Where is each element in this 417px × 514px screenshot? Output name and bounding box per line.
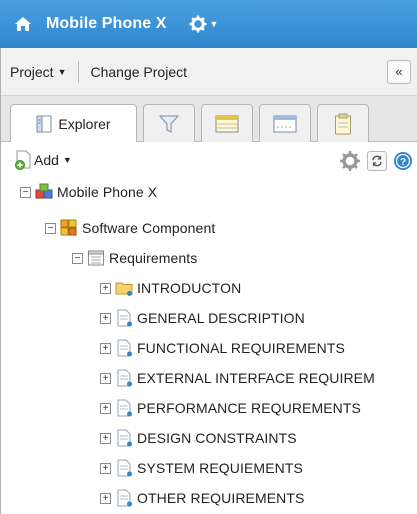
change-project-link[interactable]: Change Project xyxy=(91,64,188,80)
app-header: Mobile Phone X ▼ xyxy=(0,0,417,48)
document-icon xyxy=(117,399,132,417)
panel-border xyxy=(0,48,1,514)
tree-node-root[interactable]: − Mobile Phone X xyxy=(20,180,157,204)
help-icon[interactable]: ? xyxy=(393,151,413,171)
tree-node-label: DESIGN CONSTRAINTS xyxy=(137,430,297,446)
refresh-icon xyxy=(372,155,382,167)
tree-node-general-description[interactable]: + GENERAL DESCRIPTION xyxy=(100,306,305,330)
tree-node-software-component[interactable]: − Software Component xyxy=(45,216,215,240)
tab-explorer-label: Explorer xyxy=(58,116,111,132)
document-icon xyxy=(117,489,132,507)
settings-menu-button[interactable]: ▼ xyxy=(189,15,219,33)
project-title: Mobile Phone X xyxy=(46,15,167,32)
tree-node-requirements[interactable]: − Requirements xyxy=(72,246,197,270)
tree-node-label: Requirements xyxy=(109,250,198,266)
tab-window[interactable] xyxy=(259,104,311,142)
tree-node-label: Mobile Phone X xyxy=(57,184,158,200)
expand-toggle[interactable]: + xyxy=(100,402,111,414)
requirements-list-icon xyxy=(88,250,104,266)
tree-node-performance-requirements[interactable]: + PERFORMANCE REQUREMENTS xyxy=(100,396,361,420)
new-document-icon xyxy=(15,150,31,170)
expand-toggle[interactable]: + xyxy=(100,492,111,504)
toolbar-actions: ? xyxy=(339,150,413,172)
table-icon xyxy=(215,115,239,132)
chevron-down-icon: ▼ xyxy=(209,19,219,29)
tree-node-functional-requirements[interactable]: + FUNCTIONAL REQUIREMENTS xyxy=(100,336,345,360)
tree-node-label: PERFORMANCE REQUREMENTS xyxy=(137,400,361,416)
tab-explorer[interactable]: Explorer xyxy=(10,104,137,143)
collapse-panel-button[interactable]: « xyxy=(387,60,411,84)
tree-node-label: INTRODUCTON xyxy=(137,280,242,296)
view-tabs: Explorer xyxy=(0,96,417,143)
refresh-button[interactable] xyxy=(367,151,387,171)
home-icon[interactable] xyxy=(14,15,32,33)
collapse-toggle[interactable]: − xyxy=(72,252,83,264)
tree-node-other-requirements[interactable]: + OTHER REQUIREMENTS xyxy=(100,486,304,510)
project-menu[interactable]: Project ▼ xyxy=(0,64,67,80)
window-icon xyxy=(273,115,297,132)
expand-toggle[interactable]: + xyxy=(100,462,111,474)
tab-clipboard[interactable] xyxy=(317,104,369,142)
tree-node-system-requirements[interactable]: + SYSTEM REQUIEMENTS xyxy=(100,456,303,480)
tree-node-label: FUNCTIONAL REQUIREMENTS xyxy=(137,340,345,356)
tree-node-label: SYSTEM REQUIEMENTS xyxy=(137,460,303,476)
add-button-label: Add xyxy=(34,152,59,168)
tree-node-label: EXTERNAL INTERFACE REQUIREM xyxy=(137,370,375,386)
tree-node-label: OTHER REQUIREMENTS xyxy=(137,490,305,506)
tree-node-label: GENERAL DESCRIPTION xyxy=(137,310,305,326)
expand-toggle[interactable]: + xyxy=(100,312,111,324)
explorer-toolbar: Add ▼ ? xyxy=(0,142,417,178)
product-cubes-icon xyxy=(35,183,53,199)
component-icon xyxy=(60,219,77,236)
expand-toggle[interactable]: + xyxy=(100,282,111,294)
project-menu-label: Project xyxy=(10,63,54,80)
settings-icon[interactable] xyxy=(339,150,361,172)
gear-icon xyxy=(189,15,207,33)
explorer-tree: − Mobile Phone X − Software Component − … xyxy=(0,178,417,514)
chevron-down-icon: ▼ xyxy=(62,155,72,165)
expand-toggle[interactable]: + xyxy=(100,432,111,444)
tab-filter[interactable] xyxy=(143,104,195,142)
add-button[interactable]: Add ▼ xyxy=(14,150,72,170)
tree-node-introduction[interactable]: + INTRODUCTON xyxy=(100,276,241,300)
collapse-toggle[interactable]: − xyxy=(45,222,56,234)
document-icon xyxy=(117,459,132,477)
filter-icon xyxy=(158,115,180,133)
clipboard-icon xyxy=(335,113,351,134)
folder-icon xyxy=(115,282,133,296)
chevron-down-icon: ▼ xyxy=(57,66,67,77)
svg-text:?: ? xyxy=(400,157,406,168)
collapse-toggle[interactable]: − xyxy=(20,186,31,198)
document-icon xyxy=(117,339,132,357)
document-icon xyxy=(117,429,132,447)
expand-toggle[interactable]: + xyxy=(100,342,111,354)
tree-node-design-constraints[interactable]: + DESIGN CONSTRAINTS xyxy=(100,426,297,450)
document-icon xyxy=(117,309,132,327)
tab-table[interactable] xyxy=(201,104,253,142)
menu-divider xyxy=(77,60,79,83)
document-icon xyxy=(117,369,132,387)
explorer-icon xyxy=(36,115,52,133)
tree-node-label: Software Component xyxy=(82,220,216,236)
expand-toggle[interactable]: + xyxy=(100,372,111,384)
menu-bar: Project ▼ Change Project « xyxy=(0,48,417,96)
tree-node-external-interface-requirements[interactable]: + EXTERNAL INTERFACE REQUIREM xyxy=(100,366,375,390)
